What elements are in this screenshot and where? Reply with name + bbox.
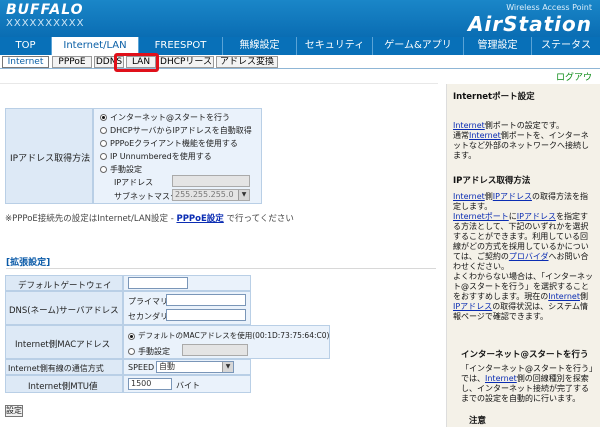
ip-method-options-cell: インターネット@スタートを行う DHCPサーバからIPアドレスを自動取得 PPP… — [93, 108, 262, 204]
mac-label: Internet側MACアドレス — [15, 340, 111, 350]
help-heading-internet-start: インターネット@スタートを行う — [461, 350, 589, 360]
speed-value-cell: SPEED 自動 ▼ — [123, 359, 251, 375]
mac-default-option[interactable]: デフォルトのMACアドレスを使用(00:1D:73:75:64:C0) — [128, 330, 329, 341]
advanced-settings-title: [拡張設定] — [6, 258, 51, 268]
gateway-value-cell — [123, 275, 251, 291]
help-text-port: Internet側ポートの設定です。 通常Internet側ポートを、インターネ… — [453, 121, 589, 160]
chevron-down-icon: ▼ — [238, 190, 249, 200]
mtu-label-cell: Internet側MTU値 — [5, 375, 123, 393]
header: BUFFALO XXXXXXXXXX Wireless Access Point… — [0, 0, 600, 37]
mtu-label: Internet側MTU値 — [28, 382, 98, 392]
chevron-down-icon: ▼ — [222, 362, 233, 372]
gateway-label: デフォルトゲートウェイ — [18, 281, 112, 291]
ip-address-label: IPアドレス — [114, 178, 154, 187]
pppoe-note: ※PPPoE接続先の設定はInternet/LAN設定 - PPPoE設定 で行… — [5, 214, 294, 224]
mac-value-cell: デフォルトのMACアドレスを使用(00:1D:73:75:64:C0) 手動設定 — [123, 325, 330, 359]
radio-icon[interactable] — [100, 114, 107, 121]
speed-select[interactable]: 自動 ▼ — [156, 361, 234, 373]
lan-highlight-box — [114, 53, 159, 72]
mtu-value-cell: 1500 バイト — [123, 375, 251, 393]
help-text-internet-start: 「インターネット@スタートを行う」では、Internet側の回線種別を探索し、イ… — [461, 364, 593, 403]
mtu-unit: バイト — [176, 381, 200, 390]
main-nav: TOP Internet/LAN FREESPOT 無線設定 セキュリティ ゲー… — [0, 37, 600, 55]
ip-address-input[interactable] — [172, 175, 250, 187]
pppoe-settings-link[interactable]: PPPoE設定 — [176, 214, 223, 224]
mtu-input[interactable]: 1500 — [128, 378, 172, 390]
tab-status[interactable]: ステータス — [532, 37, 600, 55]
sub-nav: Internet PPPoE DDNS LAN DHCPリース アドレス変換 — [0, 55, 600, 69]
radio-icon[interactable] — [100, 140, 107, 147]
gateway-label-cell: デフォルトゲートウェイ — [5, 275, 123, 291]
mac-manual-option[interactable]: 手動設定 — [128, 346, 170, 357]
speed-prefix: SPEED — [128, 363, 155, 372]
ip-method-label-cell: IPアドレス取得方法 — [5, 108, 93, 204]
dns-secondary-label: セカンダリ — [128, 312, 168, 321]
speed-label-cell: Internet側有線の通信方式 — [5, 359, 123, 375]
tab-security[interactable]: セキュリティ — [297, 37, 373, 55]
subtab-pppoe[interactable]: PPPoE — [52, 56, 92, 68]
radio-icon[interactable] — [128, 348, 135, 355]
dns-label-cell: DNS(ネーム)サーバアドレス — [5, 291, 123, 325]
dns-primary-input[interactable] — [166, 294, 246, 306]
subnet-mask-label: サブネットマスク — [114, 192, 178, 201]
page: BUFFALO XXXXXXXXXX Wireless Access Point… — [0, 0, 600, 427]
radio-icon[interactable] — [100, 127, 107, 134]
help-text-ip-method: Internet側IPアドレスの取得方法を指定します。 Internetポートに… — [453, 192, 593, 321]
model-name: XXXXXXXXXX — [6, 18, 85, 29]
help-heading-port: Internetポート設定 — [453, 92, 535, 102]
help-panel: Internetポート設定 Internet側ポートの設定です。 通常Inter… — [446, 84, 600, 427]
help-heading-ip-method: IPアドレス取得方法 — [453, 176, 531, 186]
ip-method-label: IPアドレス取得方法 — [10, 154, 91, 164]
option-ip-unnumbered[interactable]: IP Unnumberedを使用する — [100, 151, 212, 162]
dns-value-cell: プライマリ セカンダリ — [123, 291, 251, 325]
dns-secondary-input[interactable] — [166, 309, 246, 321]
mac-label-cell: Internet側MACアドレス — [5, 325, 123, 359]
gateway-input[interactable] — [128, 277, 188, 289]
subtab-internet[interactable]: Internet — [2, 56, 49, 68]
divider — [0, 83, 438, 84]
dns-primary-label: プライマリ — [128, 297, 168, 306]
dns-label: DNS(ネーム)サーバアドレス — [9, 306, 119, 316]
option-manual[interactable]: 手動設定 — [100, 164, 142, 175]
tab-admin[interactable]: 管理設定 — [464, 37, 532, 55]
subtab-address-translation[interactable]: アドレス変換 — [216, 56, 278, 68]
option-dhcp[interactable]: DHCPサーバからIPアドレスを自動取得 — [100, 125, 252, 136]
subtab-dhcp-lease[interactable]: DHCPリース — [158, 56, 214, 68]
help-heading-caution: 注意 — [469, 416, 487, 426]
mac-manual-input[interactable] — [182, 344, 248, 356]
product-logo: AirStation — [467, 12, 592, 36]
product-subtitle: Wireless Access Point — [506, 3, 592, 12]
radio-icon[interactable] — [128, 332, 135, 340]
radio-icon[interactable] — [100, 153, 107, 160]
divider — [6, 268, 436, 269]
brand-logo: BUFFALO — [6, 2, 84, 18]
option-pppoe[interactable]: PPPoEクライアント機能を使用する — [100, 138, 238, 149]
option-internet-start[interactable]: インターネット@スタートを行う — [100, 112, 230, 123]
tab-wireless[interactable]: 無線設定 — [223, 37, 297, 55]
speed-label: Internet側有線の通信方式 — [8, 364, 104, 373]
tab-top[interactable]: TOP — [0, 37, 52, 55]
radio-icon[interactable] — [100, 166, 107, 173]
tab-game-apps[interactable]: ゲーム&アプリ — [373, 37, 464, 55]
submit-button[interactable]: 設定 — [5, 405, 23, 417]
subnet-mask-select[interactable]: 255.255.255.0 ▼ — [172, 189, 250, 201]
